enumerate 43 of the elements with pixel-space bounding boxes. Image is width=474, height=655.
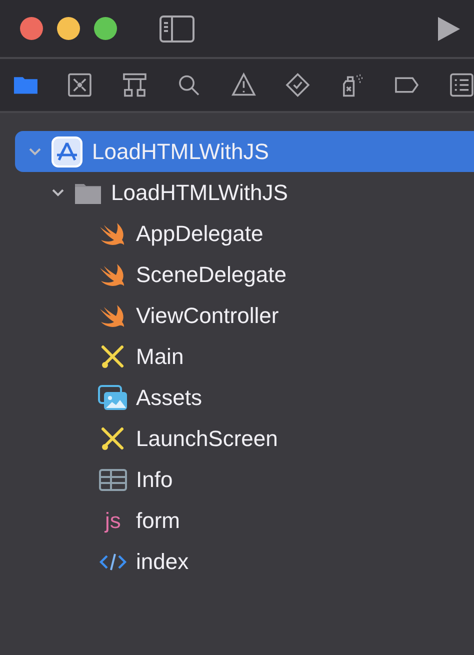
window-control-button[interactable]	[94, 17, 117, 40]
navigator-row[interactable]: SceneDelegate	[0, 254, 474, 295]
file-name: Info	[136, 466, 173, 494]
list-icon[interactable]	[448, 72, 474, 98]
swift-bird-icon	[99, 222, 127, 246]
disclosure-chevron-icon[interactable]	[51, 188, 65, 198]
file-name: ViewController	[136, 302, 279, 330]
swift-bird-icon	[99, 262, 127, 286]
navigator-row[interactable]: Info	[0, 459, 474, 500]
image-stack-icon	[98, 384, 128, 410]
file-name: Assets	[136, 384, 202, 412]
hierarchy-icon[interactable]	[122, 72, 148, 98]
folder-icon	[75, 182, 101, 204]
pencil-brush-icon	[100, 426, 126, 452]
file-name: Main	[136, 343, 184, 371]
app-icon	[51, 136, 83, 168]
file-name: form	[136, 507, 180, 535]
navigator-row[interactable]: js form	[0, 500, 474, 541]
file-name: LoadHTMLWithJS	[111, 179, 288, 207]
window-control-button[interactable]	[20, 17, 43, 40]
diamond-check-icon[interactable]	[285, 72, 311, 98]
file-name: LaunchScreen	[136, 425, 278, 453]
navigator-row[interactable]: LaunchScreen	[0, 418, 474, 459]
play-icon[interactable]	[436, 14, 460, 42]
window-control-button[interactable]	[57, 17, 80, 40]
warning-icon[interactable]	[230, 72, 256, 98]
navigator-row[interactable]: LoadHTMLWithJS	[0, 172, 474, 213]
sidebar-toggle-icon[interactable]	[159, 14, 195, 42]
navigator-row[interactable]: LoadHTMLWithJS	[15, 131, 474, 172]
file-name: AppDelegate	[136, 220, 264, 248]
navigator-row[interactable]: index	[0, 541, 474, 582]
navigator-row[interactable]: ViewController	[0, 295, 474, 336]
source-control-icon[interactable]	[67, 72, 93, 98]
file-name: SceneDelegate	[136, 261, 286, 289]
pencil-brush-icon	[100, 344, 126, 370]
table-icon	[99, 468, 127, 490]
navigator-row[interactable]: Assets	[0, 377, 474, 418]
navigator-row[interactable]: AppDelegate	[0, 213, 474, 254]
file-name: index	[136, 548, 189, 576]
file-name: LoadHTMLWithJS	[92, 138, 269, 166]
navigator-row[interactable]: Main	[0, 336, 474, 377]
js-file-icon: js	[99, 510, 127, 532]
swift-bird-icon	[99, 304, 127, 328]
